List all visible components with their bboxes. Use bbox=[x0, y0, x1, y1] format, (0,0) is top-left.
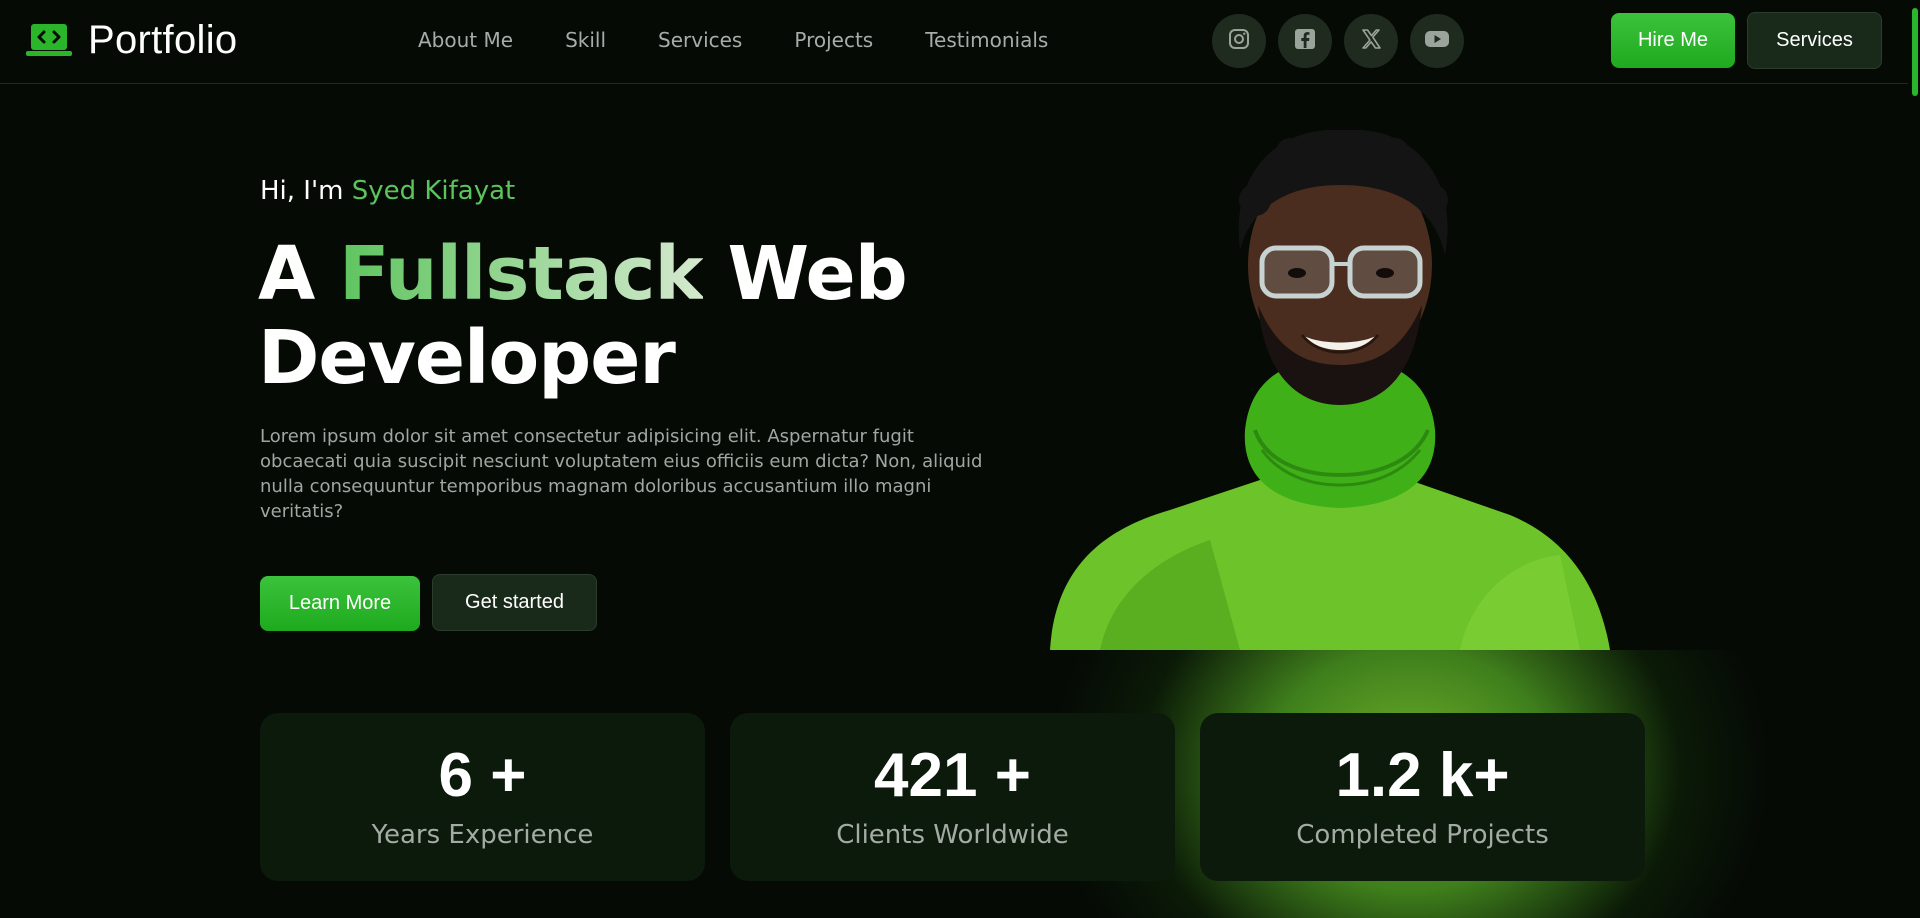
stat-value: 421 + bbox=[874, 741, 1031, 810]
x-link[interactable] bbox=[1344, 14, 1398, 68]
nav-testimonials[interactable]: Testimonials bbox=[925, 28, 1048, 52]
instagram-link[interactable] bbox=[1212, 14, 1266, 68]
logo[interactable]: Portfolio bbox=[26, 18, 237, 63]
headline-part-b: Web bbox=[702, 231, 908, 317]
learn-more-button[interactable]: Learn More bbox=[260, 576, 420, 631]
hero-portrait bbox=[1040, 122, 1620, 650]
stat-card-years: 6 + Years Experience bbox=[260, 713, 705, 881]
logo-text: Portfolio bbox=[88, 18, 238, 62]
services-button[interactable]: Services bbox=[1747, 12, 1882, 69]
headline-accent: Fullstack bbox=[339, 231, 704, 317]
stat-value: 6 + bbox=[438, 741, 527, 810]
greeting-prefix: Hi, I'm bbox=[260, 176, 352, 206]
social-links bbox=[1212, 14, 1464, 68]
hire-me-button[interactable]: Hire Me bbox=[1611, 13, 1735, 68]
stats-row: 6 + Years Experience 421 + Clients World… bbox=[260, 713, 1645, 881]
x-icon bbox=[1359, 27, 1383, 55]
nav-skill[interactable]: Skill bbox=[565, 28, 606, 52]
facebook-icon bbox=[1293, 27, 1317, 55]
get-started-button[interactable]: Get started bbox=[432, 574, 597, 631]
headline-part-a: A bbox=[258, 231, 340, 317]
stat-label: Clients Worldwide bbox=[836, 820, 1069, 850]
stat-label: Years Experience bbox=[371, 820, 594, 850]
headline-line-2: Developer bbox=[258, 315, 676, 401]
facebook-link[interactable] bbox=[1278, 14, 1332, 68]
stat-card-clients: 421 + Clients Worldwide bbox=[730, 713, 1175, 881]
hero-headline: A Fullstack Web Developer bbox=[258, 231, 908, 401]
stat-label: Completed Projects bbox=[1296, 820, 1549, 850]
scrollbar-thumb[interactable] bbox=[1912, 8, 1918, 96]
youtube-link[interactable] bbox=[1410, 14, 1464, 68]
hero-greeting: Hi, I'm Syed Kifayat bbox=[260, 176, 515, 206]
nav-services[interactable]: Services bbox=[658, 28, 742, 52]
instagram-icon bbox=[1227, 27, 1251, 55]
stat-card-projects: 1.2 k+ Completed Projects bbox=[1200, 713, 1645, 881]
nav-about-me[interactable]: About Me bbox=[418, 28, 513, 52]
stat-value: 1.2 k+ bbox=[1335, 741, 1510, 810]
laptop-code-icon bbox=[26, 22, 72, 60]
hero-description: Lorem ipsum dolor sit amet consectetur a… bbox=[260, 426, 983, 522]
youtube-icon bbox=[1424, 27, 1450, 55]
site-header: Portfolio About Me Skill Services Projec… bbox=[0, 0, 1908, 84]
main-nav: About Me Skill Services Projects Testimo… bbox=[418, 28, 1048, 52]
developer-name: Syed Kifayat bbox=[351, 176, 516, 206]
page-scrollbar[interactable] bbox=[1908, 0, 1920, 918]
nav-projects[interactable]: Projects bbox=[794, 28, 873, 52]
